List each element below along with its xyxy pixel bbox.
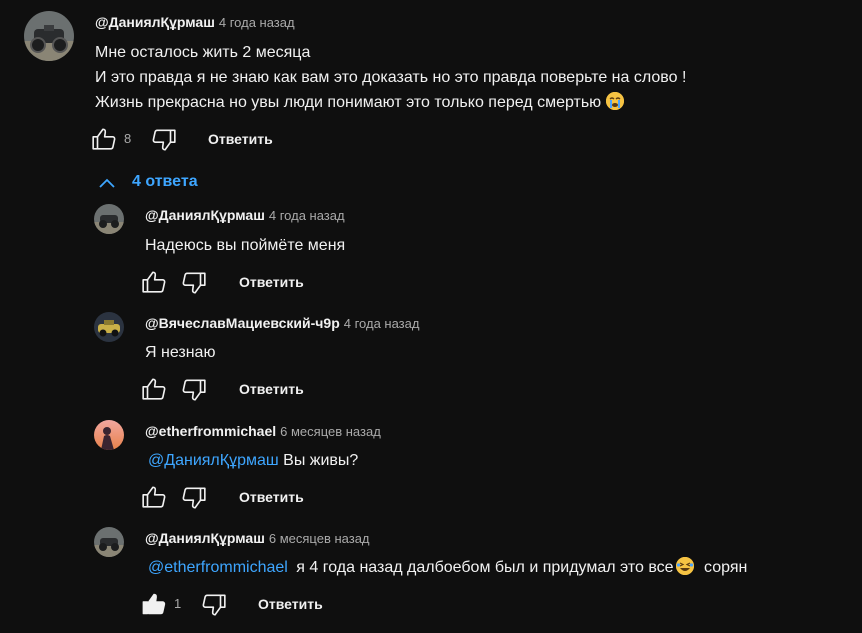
reply-author[interactable]: @ДаниялҚұрмаш (145, 530, 265, 546)
dislike-button[interactable] (181, 377, 207, 408)
thumbs-down-icon (202, 594, 226, 616)
reply-header: @etherfrommichael 6 месяцев назад (145, 422, 381, 441)
like-button[interactable] (91, 126, 117, 157)
avatar-image (94, 527, 124, 557)
reply-item: @ДаниялҚұрмаш 6 месяцев назад @etherfromm… (0, 523, 862, 633)
reply-item: @etherfrommichael 6 месяцев назад @Даниял… (0, 416, 862, 516)
reply-actions: Ответить (141, 376, 401, 404)
avatar-image (94, 420, 124, 450)
like-button[interactable] (141, 484, 167, 515)
reply-text-after-emoji: сорян (704, 559, 748, 576)
dislike-button[interactable] (201, 592, 227, 623)
like-count: 8 (124, 131, 132, 146)
comment-text-line-3-content: Жизнь прекрасна но увы люди понимают это… (95, 94, 602, 111)
comment-text-line-1: Мне осталось жить 2 месяца (95, 44, 311, 61)
comment-time[interactable]: 4 года назад (219, 15, 295, 30)
thumbs-down-icon (182, 487, 206, 509)
comment-thread: @ДаниялҚұрмаш 4 года назад Мне осталось ж… (0, 0, 862, 160)
like-count: 1 (174, 596, 182, 611)
reply-author[interactable]: @ВячеславМациевский-ч9р (145, 315, 340, 331)
reply-header: @ДаниялҚұрмаш 6 месяцев назад (145, 529, 370, 548)
reply-time[interactable]: 4 года назад (344, 316, 420, 331)
avatar[interactable] (94, 312, 124, 342)
crying-face-icon (605, 92, 624, 110)
reply-text: Вы живы? (283, 452, 359, 469)
reply-header: @ДаниялҚұрмаш 4 года назад (145, 206, 345, 225)
thumbs-up-icon (92, 128, 116, 150)
reply-time[interactable]: 6 месяцев назад (280, 424, 381, 439)
avatar[interactable] (94, 204, 124, 234)
reply-text-before-emoji: я 4 года назад далбоебом был и придумал … (296, 559, 674, 576)
thumbs-up-filled-icon (142, 593, 166, 615)
dislike-button[interactable] (181, 485, 207, 516)
reply-author[interactable]: @ДаниялҚұрмаш (145, 207, 265, 223)
like-button[interactable] (141, 591, 167, 622)
dislike-button[interactable] (181, 270, 207, 301)
comment-text-line-2: И это правда я не знаю как вам это доказ… (95, 69, 687, 86)
reply-button[interactable]: Ответить (239, 379, 304, 399)
thumbs-down-icon (182, 272, 206, 294)
reply-text: Я незнаю (145, 344, 216, 361)
reply-text-row: @etherfrommichael я 4 года назад далбоеб… (148, 555, 747, 580)
reply-button[interactable]: Ответить (239, 487, 304, 507)
mention-link[interactable]: @ДаниялҚұрмаш (148, 452, 279, 469)
thumbs-down-icon (182, 379, 206, 401)
avatar-image (24, 11, 74, 61)
avatar[interactable] (94, 527, 124, 557)
laughing-face-icon (675, 557, 694, 575)
reply-button[interactable]: Ответить (239, 272, 304, 292)
reply-actions: 1 Ответить (141, 591, 401, 619)
comment-actions: 8 Ответить (91, 126, 391, 154)
like-button[interactable] (141, 376, 167, 407)
thumbs-up-icon (142, 486, 166, 508)
reply-actions: Ответить (141, 484, 401, 512)
avatar[interactable] (24, 11, 74, 61)
reply-time[interactable]: 4 года назад (269, 208, 345, 223)
comment-text-line-3: Жизнь прекрасна но увы люди понимают это… (95, 90, 624, 115)
reply-author[interactable]: @etherfrommichael (145, 423, 276, 439)
thumbs-up-icon (142, 378, 166, 400)
avatar-image (94, 204, 124, 234)
comment-author[interactable]: @ДаниялҚұрмаш (95, 14, 215, 30)
chevron-up-icon (98, 175, 116, 197)
reply-item: @ВячеславМациевский-ч9р 4 года назад Я не… (0, 308, 862, 408)
reply-text-row: @ДаниялҚұрмаш Вы живы? (148, 448, 358, 473)
reply-button[interactable]: Ответить (208, 129, 273, 149)
reply-actions: Ответить (141, 269, 401, 297)
replies-count-label: 4 ответа (132, 173, 198, 190)
dislike-button[interactable] (151, 127, 177, 158)
thumbs-down-icon (152, 129, 176, 151)
reply-time[interactable]: 6 месяцев назад (269, 531, 370, 546)
reply-header: @ВячеславМациевский-ч9р 4 года назад (145, 314, 419, 333)
reply-text: Надеюсь вы поймёте меня (145, 237, 346, 254)
avatar-image (94, 312, 124, 342)
comment-header: @ДаниялҚұрмаш 4 года назад (95, 13, 295, 32)
avatar[interactable] (94, 420, 124, 450)
thumbs-up-icon (142, 271, 166, 293)
reply-button[interactable]: Ответить (258, 594, 323, 614)
like-button[interactable] (141, 269, 167, 300)
mention-link[interactable]: @etherfrommichael (148, 559, 288, 576)
reply-item: @ДаниялҚұрмаш 4 года назад Надеюсь вы пой… (0, 200, 862, 300)
